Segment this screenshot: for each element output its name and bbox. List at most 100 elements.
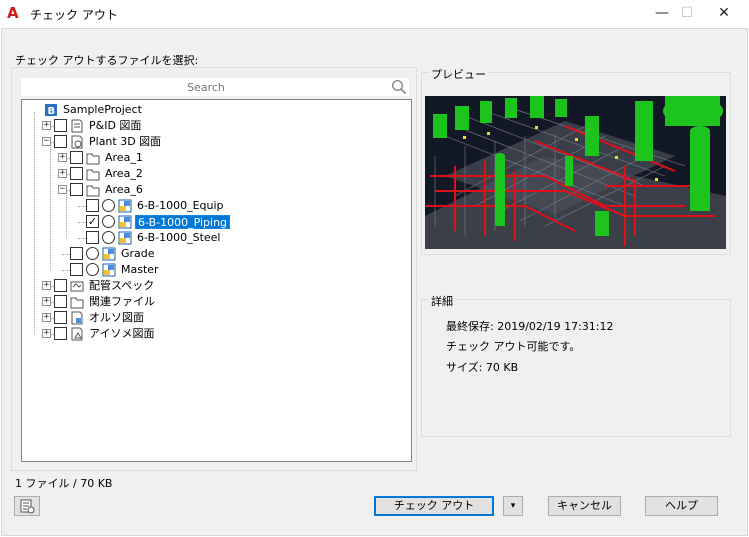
tree-item-label: P&ID 図面 <box>89 119 142 132</box>
collapse-icon[interactable]: − <box>42 137 51 146</box>
item-checkbox[interactable] <box>70 167 83 180</box>
selection-status: 1 ファイル / 70 KB <box>15 477 113 490</box>
ortho-folder-icon <box>71 311 83 325</box>
details-label: 詳細 <box>429 293 455 309</box>
project-icon: B <box>45 104 57 117</box>
item-checkbox[interactable] <box>54 311 67 324</box>
search-icon[interactable] <box>391 79 407 95</box>
item-checkbox[interactable] <box>70 151 83 164</box>
tree-connector <box>78 222 86 223</box>
item-checkbox[interactable] <box>86 199 99 212</box>
last-saved-text: 最終保存: 2019/02/19 17:31:12 <box>446 320 614 333</box>
item-checkbox[interactable] <box>54 295 67 308</box>
tree-item-label: Plant 3D 図面 <box>89 135 162 148</box>
spec-folder-icon <box>70 281 84 292</box>
drawing-icon <box>118 199 132 213</box>
checkout-options-dropdown[interactable]: ▾ <box>503 496 523 516</box>
tree-item[interactable]: ✓ 6-B-1000_Piping <box>22 214 402 230</box>
folder-icon <box>86 153 100 165</box>
tree-item-label: 6-B-1000_Steel <box>137 231 221 244</box>
project-tree[interactable]: B SampleProject + P&ID 図面 − Plant 3D 図面 + Area_… <box>21 99 412 462</box>
collapse-icon[interactable]: − <box>58 185 67 194</box>
tree-item-label: アイソメ図面 <box>89 327 155 340</box>
status-circle-icon <box>102 231 115 244</box>
expand-icon[interactable]: + <box>42 281 51 290</box>
tree-item[interactable]: Master <box>22 262 402 278</box>
tree-connector <box>62 254 70 255</box>
item-checkbox[interactable] <box>54 279 67 292</box>
tree-item[interactable]: + Area_1 <box>22 150 402 166</box>
dialog-body: チェック アウトするファイルを選択: B SampleProject + P&ID 図… <box>1 28 748 536</box>
drawing-preview-image <box>425 96 726 249</box>
tree-connector <box>78 238 86 239</box>
tree-item[interactable]: + アイソメ図面 <box>22 326 402 342</box>
expand-icon[interactable]: + <box>42 297 51 306</box>
tree-item[interactable]: Grade <box>22 246 402 262</box>
tree-item[interactable]: + 関連ファイル <box>22 294 402 310</box>
drawing-icon <box>118 215 132 229</box>
tree-item-label: Area_1 <box>105 151 143 164</box>
expand-icon[interactable]: + <box>58 169 67 178</box>
tree-item-label: 関連ファイル <box>89 295 155 308</box>
item-checkbox[interactable] <box>70 247 83 260</box>
tree-item-label: オルソ図面 <box>89 311 144 324</box>
item-checkbox[interactable]: ✓ <box>86 215 99 228</box>
folder-icon <box>86 169 100 181</box>
tree-connector <box>62 270 70 271</box>
tree-item-label: Master <box>121 263 159 276</box>
help-button[interactable]: ヘルプ <box>645 496 718 516</box>
checkout-button[interactable]: チェック アウト <box>374 496 494 516</box>
item-checkbox[interactable] <box>54 327 67 340</box>
search-input[interactable] <box>21 78 391 96</box>
autocad-logo-icon: A <box>7 4 19 22</box>
item-checkbox[interactable] <box>70 263 83 276</box>
tree-item[interactable]: 6-B-1000_Steel <box>22 230 402 246</box>
tree-item[interactable]: + オルソ図面 <box>22 310 402 326</box>
svg-text:B: B <box>48 106 56 117</box>
expand-icon[interactable]: + <box>58 153 67 162</box>
list-settings-icon <box>20 499 35 514</box>
status-circle-icon <box>102 215 115 228</box>
tree-item[interactable]: B SampleProject <box>22 102 402 118</box>
maximize-button: ☐ <box>680 5 694 21</box>
tree-item-label: SampleProject <box>63 103 142 116</box>
tree-item-label: Area_2 <box>105 167 143 180</box>
cancel-button[interactable]: キャンセル <box>548 496 621 516</box>
drawing-icon <box>102 247 116 261</box>
item-checkbox[interactable] <box>70 183 83 196</box>
status-circle-icon <box>102 199 115 212</box>
search-box <box>21 78 409 96</box>
drawing-icon <box>118 231 132 245</box>
close-button[interactable]: ✕ <box>707 0 741 28</box>
preview-label: プレビュー <box>429 66 488 82</box>
plant-3d-render <box>425 96 726 249</box>
tree-item[interactable]: + P&ID 図面 <box>22 118 402 134</box>
tree-item-label: Area_6 <box>105 183 143 196</box>
file-selection-panel: B SampleProject + P&ID 図面 − Plant 3D 図面 + Area_… <box>11 67 417 471</box>
item-checkbox[interactable] <box>86 231 99 244</box>
file-size-text: サイズ: 70 KB <box>446 361 519 374</box>
expand-icon[interactable]: + <box>42 329 51 338</box>
select-files-label: チェック アウトするファイルを選択: <box>15 54 199 67</box>
pid-folder-icon <box>71 119 83 133</box>
tree-item[interactable]: + 配管スペック <box>22 278 402 294</box>
plant3d-folder-icon <box>71 135 83 149</box>
list-options-button[interactable] <box>14 496 40 516</box>
title-bar: A チェック アウト — ☐ ✕ <box>0 0 749 28</box>
tree-connector <box>78 206 86 207</box>
tree-item-label: 配管スペック <box>89 279 155 292</box>
folder-icon <box>86 185 100 197</box>
tree-item-label: 6-B-1000_Equip <box>137 199 224 212</box>
item-checkbox[interactable] <box>54 119 67 132</box>
tree-item-label: Grade <box>121 247 155 260</box>
tree-item[interactable]: − Plant 3D 図面 <box>22 134 402 150</box>
expand-icon[interactable]: + <box>42 313 51 322</box>
item-checkbox[interactable] <box>54 135 67 148</box>
iso-folder-icon <box>71 327 83 341</box>
status-circle-icon <box>86 247 99 260</box>
tree-item[interactable]: + Area_2 <box>22 166 402 182</box>
tree-item[interactable]: 6-B-1000_Equip <box>22 198 402 214</box>
tree-item[interactable]: − Area_6 <box>22 182 402 198</box>
expand-icon[interactable]: + <box>42 121 51 130</box>
status-circle-icon <box>86 263 99 276</box>
